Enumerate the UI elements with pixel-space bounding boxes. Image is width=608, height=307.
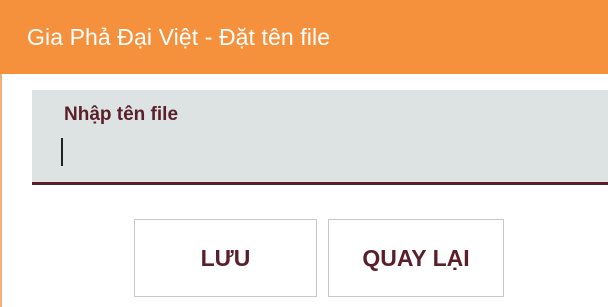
filename-input[interactable] [54,130,594,166]
window-title: Gia Phả Đại Việt - Đặt tên file [27,23,331,50]
filename-input-group[interactable]: Nhập tên file [32,90,608,185]
save-file-dialog: Gia Phả Đại Việt - Đặt tên file Nhập tên… [0,0,608,307]
filename-label: Nhập tên file [64,104,179,125]
dialog-border [0,74,2,307]
text-cursor [61,138,63,166]
back-button[interactable]: QUAY LẠI [328,219,504,297]
title-bar: Gia Phả Đại Việt - Đặt tên file [0,0,608,74]
save-button[interactable]: LƯU [134,219,317,297]
